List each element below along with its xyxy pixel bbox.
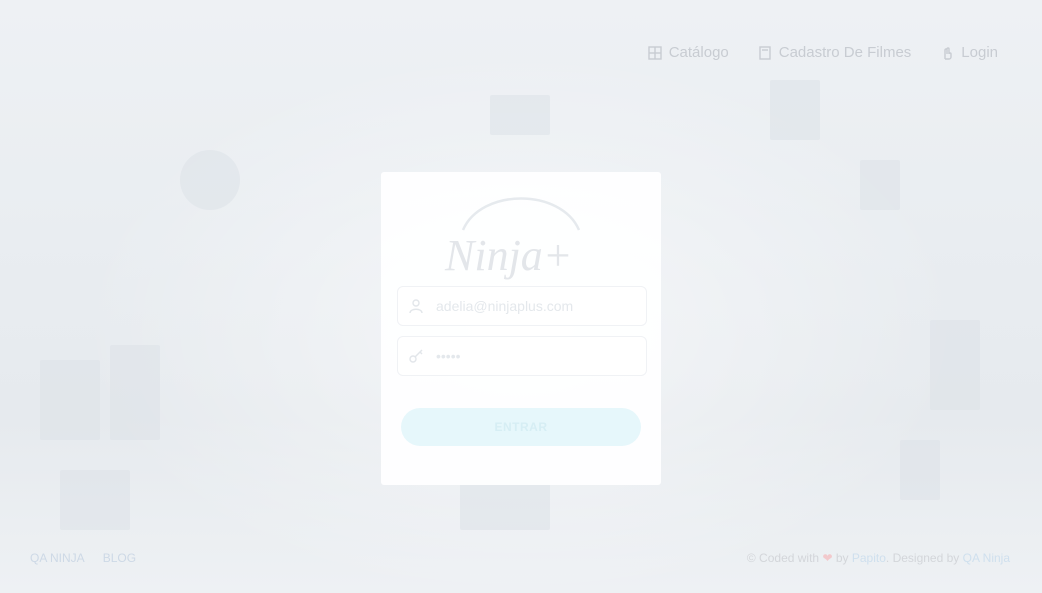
footer-link-blog[interactable]: BLOG <box>103 551 136 565</box>
logo-text: Ninja+ <box>444 231 573 280</box>
email-input[interactable] <box>434 297 638 315</box>
footer-credits: © Coded with ❤ by Papito. Designed by QA… <box>747 551 1010 565</box>
login-button[interactable]: ENTRAR <box>401 408 641 446</box>
footer-link-qa-ninja[interactable]: QA NINJA <box>30 551 85 565</box>
nav-login-label: Login <box>961 44 998 61</box>
password-input[interactable] <box>434 347 638 365</box>
grid-icon <box>648 45 662 60</box>
nav-catalog-label: Catálogo <box>668 44 729 61</box>
password-field[interactable] <box>397 336 647 376</box>
email-field[interactable] <box>397 286 647 326</box>
nav-movie-registration[interactable]: Cadastro De Filmes <box>757 44 912 61</box>
designer-link[interactable]: QA Ninja <box>963 551 1010 565</box>
credits-prefix: © Coded with <box>746 551 820 565</box>
nav-catalog[interactable]: Catálogo <box>647 44 729 61</box>
heart-icon: ❤ <box>822 551 833 565</box>
nav-movie-registration-label: Cadastro De Filmes <box>778 44 912 61</box>
key-icon <box>398 348 434 364</box>
author-link[interactable]: Papito <box>852 551 886 565</box>
credits-by: by <box>835 551 849 565</box>
footer-links: QA NINJA BLOG <box>30 551 136 565</box>
hand-icon <box>944 46 952 60</box>
login-card: Ninja+ ENTRAR <box>381 172 661 485</box>
user-icon <box>398 298 434 314</box>
ninja-plus-logo: Ninja+ <box>444 197 581 280</box>
document-icon <box>759 45 771 60</box>
top-nav: Catálogo Cadastro De Filmes Login <box>647 44 998 61</box>
nav-login[interactable]: Login <box>939 44 998 61</box>
credits-designed: . Designed by <box>885 551 960 565</box>
